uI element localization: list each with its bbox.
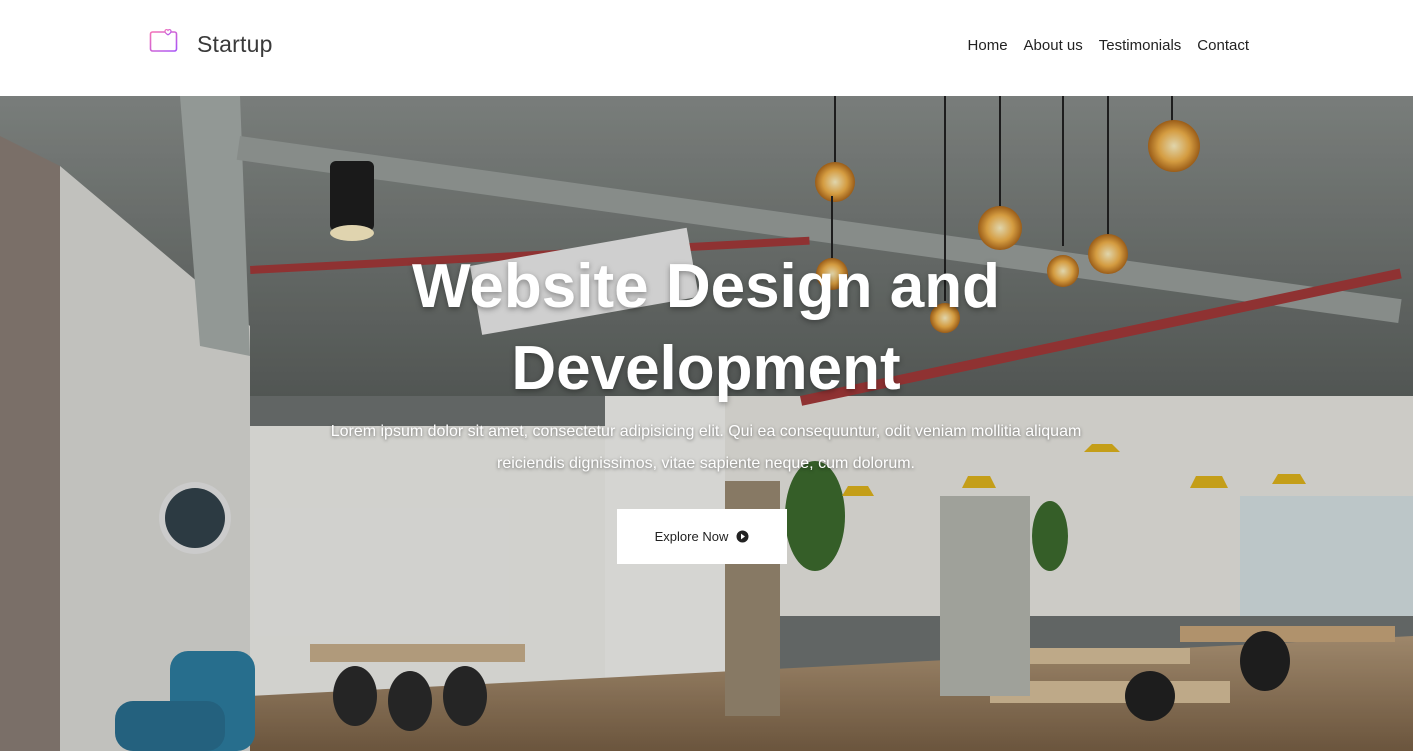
hero-section: Website Design and Development Lorem ips…	[0, 96, 1413, 751]
hero-title: Website Design and Development	[412, 252, 1000, 403]
hero-description: Lorem ipsum dolor sit amet, consectetur …	[330, 423, 1082, 472]
explore-now-label: Explore Now	[654, 529, 729, 544]
brand-logo[interactable]: Startup	[149, 28, 273, 60]
monitor-heart-icon	[149, 28, 178, 59]
nav-item-about-us[interactable]: About us	[1024, 36, 1083, 56]
brand-name: Startup	[197, 31, 273, 57]
site-header: Startup Home About us Testimonials Conta…	[0, 0, 1413, 96]
hero-content: Website Design and Development Lorem ips…	[0, 96, 1413, 751]
nav-item-testimonials[interactable]: Testimonials	[1099, 36, 1182, 56]
nav-item-home[interactable]: Home	[968, 36, 1008, 56]
main-nav: Home About us Testimonials Contact	[968, 36, 1249, 56]
nav-item-contact[interactable]: Contact	[1197, 36, 1249, 56]
explore-now-button[interactable]: Explore Now	[617, 509, 787, 564]
arrow-right-circle-icon	[736, 530, 749, 543]
